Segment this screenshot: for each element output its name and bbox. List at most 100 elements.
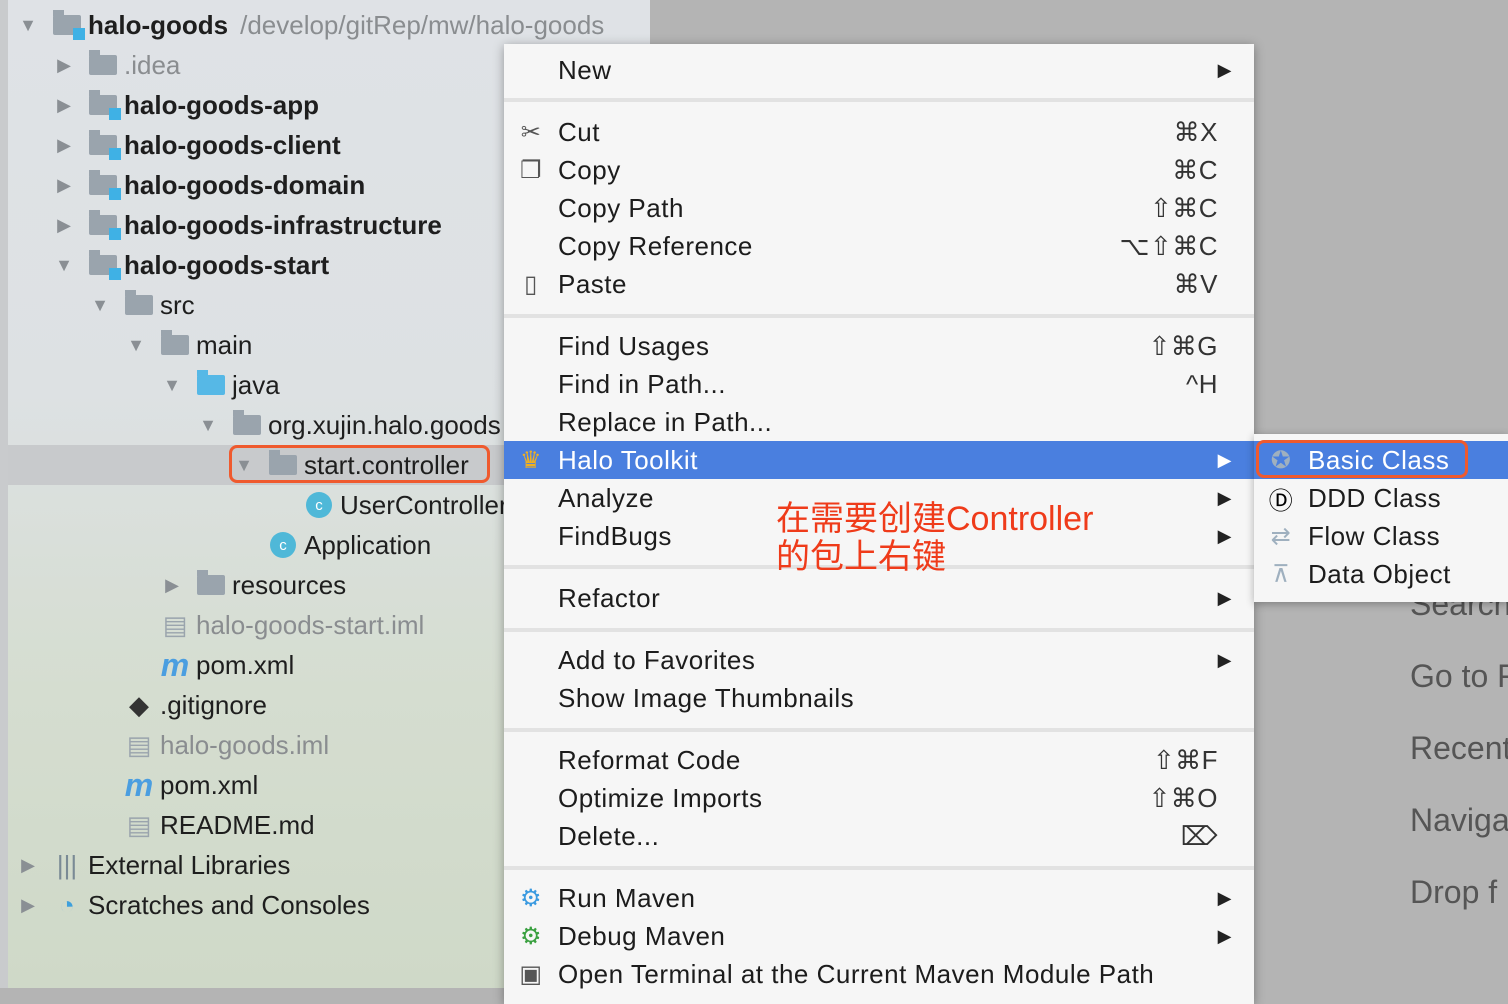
collapsed-arrow-icon[interactable]: ▶	[54, 95, 74, 116]
collapsed-arrow-icon[interactable]: ▶	[54, 55, 74, 76]
tree-item-label: resources	[232, 569, 347, 600]
submenu-item-label: DDD Class	[1308, 482, 1442, 513]
menu-item-run-maven[interactable]: ⚙ Run Maven ▶	[504, 879, 1254, 917]
tree-scrollbar[interactable]	[0, 0, 8, 988]
module-folder-icon	[88, 170, 121, 200]
menu-item-add-to-favorites[interactable]: Add to Favorites ▶	[504, 641, 1254, 679]
annotation-line: 在需要创建Controller	[776, 500, 1094, 538]
collapsed-arrow-icon[interactable]: ▶	[54, 175, 74, 196]
submenu-item-ddd-class[interactable]: Ⓓ DDD Class	[1254, 479, 1508, 517]
spring-class-icon: c	[268, 532, 298, 558]
editor-hint: Recent	[1410, 730, 1508, 766]
menu-item-find-usages[interactable]: Find Usages ⇧⌘G	[504, 327, 1254, 365]
shortcut-label: ⇧⌘O	[1148, 782, 1218, 813]
class-icon: c	[304, 492, 334, 518]
submenu-arrow-icon: ▶	[1217, 59, 1232, 80]
submenu-arrow-icon: ▶	[1217, 525, 1232, 546]
tree-item-label: src	[160, 289, 195, 320]
crown-icon: ♛	[519, 446, 542, 474]
collapsed-arrow-icon[interactable]: ▶	[54, 215, 74, 236]
menu-item-debug-maven[interactable]: ⚙ Debug Maven ▶	[504, 917, 1254, 955]
menu-item-label: Add to Favorites	[558, 644, 756, 675]
menu-item-new[interactable]: New ▶	[504, 51, 1254, 89]
tree-item-label: pom.xml	[196, 649, 295, 680]
menu-item-label: Cut	[558, 116, 600, 147]
submenu-arrow-icon: ▶	[1217, 925, 1232, 946]
menu-item-label: Refactor	[558, 582, 661, 613]
copy-icon: ❐	[519, 156, 542, 184]
menu-item-label: Open Terminal at the Current Maven Modul…	[558, 958, 1155, 989]
menu-item-label: Copy Reference	[558, 230, 753, 261]
submenu-arrow-icon: ▶	[1217, 887, 1232, 908]
menu-item-label: New	[558, 54, 612, 85]
collapsed-arrow-icon[interactable]: ▶	[18, 895, 38, 916]
menu-separator	[504, 314, 1254, 318]
menu-item-paste[interactable]: ▯ Paste ⌘V	[504, 265, 1254, 303]
menu-item-show-image-thumbnails[interactable]: Show Image Thumbnails	[504, 679, 1254, 717]
menu-item-open-terminal-at-the-current-maven-module-path[interactable]: ▣ Open Terminal at the Current Maven Modu…	[504, 955, 1254, 993]
menu-item-find-in-path[interactable]: Find in Path... ^H	[504, 365, 1254, 403]
menu-item-refactor[interactable]: Refactor ▶	[504, 579, 1254, 617]
expanded-arrow-icon[interactable]: ▼	[162, 375, 182, 396]
collapsed-arrow-icon[interactable]: ▶	[18, 855, 38, 876]
menu-item-copy-path[interactable]: Copy Path ⇧⌘C	[504, 189, 1254, 227]
menu-item-halo-toolkit[interactable]: ♛ Halo Toolkit ▶	[504, 441, 1254, 479]
collapsed-arrow-icon[interactable]: ▶	[54, 135, 74, 156]
menu-separator	[504, 866, 1254, 870]
collapsed-arrow-icon[interactable]: ▶	[162, 575, 182, 596]
run-maven-icon: ⚙	[519, 884, 542, 912]
tree-item-label: halo-goods-domain	[124, 169, 366, 200]
menu-item-label: Show Image Thumbnails	[558, 682, 855, 713]
expanded-arrow-icon[interactable]: ▼	[54, 255, 74, 276]
tree-item[interactable]: ▼ halo-goods/develop/gitRep/mw/halo-goods	[8, 5, 650, 45]
tree-item-label: halo-goods-app	[124, 89, 319, 120]
submenu-arrow-icon: ▶	[1217, 487, 1232, 508]
menu-item-label: Delete...	[558, 820, 660, 851]
debug-maven-icon: ⚙	[519, 922, 542, 950]
editor-hint: Naviga	[1410, 802, 1508, 838]
scratches-icon: ◔	[59, 889, 75, 920]
tree-item-label: org.xujin.halo.goods	[268, 409, 501, 440]
menu-item-cut[interactable]: ✂ Cut ⌘X	[504, 113, 1254, 151]
folder-icon	[124, 290, 154, 318]
callout-box-package	[229, 445, 490, 483]
tree-item-label: halo-goods-client	[124, 129, 341, 160]
module-folder-icon	[52, 10, 85, 40]
menu-item-label: Reformat Code	[558, 744, 741, 775]
menu-item-label: Copy Path	[558, 192, 684, 223]
submenu-item-flow-class[interactable]: ⇄ Flow Class	[1254, 517, 1508, 555]
menu-item-reformat-code[interactable]: Reformat Code ⇧⌘F	[504, 741, 1254, 779]
git-icon: ◆	[129, 689, 149, 720]
shortcut-label: ⌘C	[1172, 154, 1218, 185]
editor-hint: Go to F	[1410, 658, 1508, 694]
expanded-arrow-icon[interactable]: ▼	[126, 335, 146, 356]
menu-item-label: Copy	[558, 154, 621, 185]
menu-item-optimize-imports[interactable]: Optimize Imports ⇧⌘O	[504, 779, 1254, 817]
tree-item-label: halo-goods-infrastructure	[124, 209, 442, 240]
submenu-item-data-object[interactable]: ⊼ Data Object	[1254, 555, 1508, 593]
shortcut-label: ⌥⇧⌘C	[1119, 230, 1218, 261]
tree-item-path: /develop/gitRep/mw/halo-goods	[240, 9, 605, 40]
tree-item-label: Scratches and Consoles	[88, 889, 370, 920]
callout-box-basic-class	[1256, 440, 1468, 478]
menu-item-label: Find in Path...	[558, 368, 726, 399]
menu-item-delete[interactable]: Delete... ⌦	[504, 817, 1254, 855]
shortcut-label: ⇧⌘G	[1148, 330, 1218, 361]
menu-item-replace-in-path[interactable]: Replace in Path...	[504, 403, 1254, 441]
expanded-arrow-icon[interactable]: ▼	[198, 415, 218, 436]
tree-item-label: README.md	[160, 809, 315, 840]
tree-item-label: halo-goods	[88, 9, 229, 40]
iml-file-icon: ▤	[162, 609, 188, 640]
maven-icon: m	[124, 766, 154, 803]
menu-item-label: Debug Maven	[558, 920, 726, 951]
tree-item-label: halo-goods-start.iml	[196, 609, 425, 640]
menu-item-copy[interactable]: ❐ Copy ⌘C	[504, 151, 1254, 189]
menu-item-copy-reference[interactable]: Copy Reference ⌥⇧⌘C	[504, 227, 1254, 265]
flow-class-icon: ⇄	[1270, 522, 1292, 550]
markdown-icon: ▤	[126, 809, 152, 840]
tree-item-label: Application	[304, 529, 432, 560]
submenu-arrow-icon: ▶	[1217, 587, 1232, 608]
expanded-arrow-icon[interactable]: ▼	[90, 295, 110, 316]
resources-folder-icon	[196, 570, 226, 598]
expanded-arrow-icon[interactable]: ▼	[18, 15, 38, 36]
